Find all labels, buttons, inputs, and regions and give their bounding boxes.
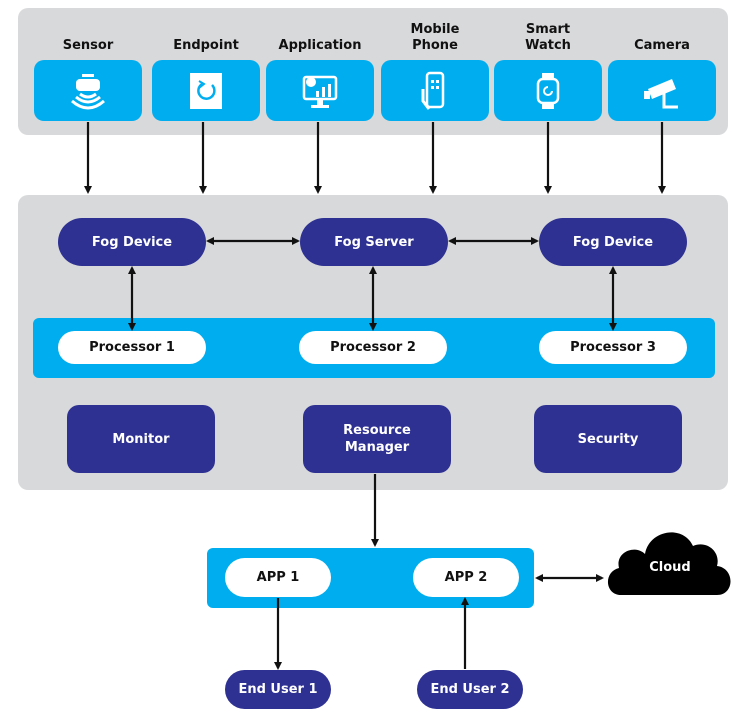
connector-arrows	[84, 122, 666, 670]
